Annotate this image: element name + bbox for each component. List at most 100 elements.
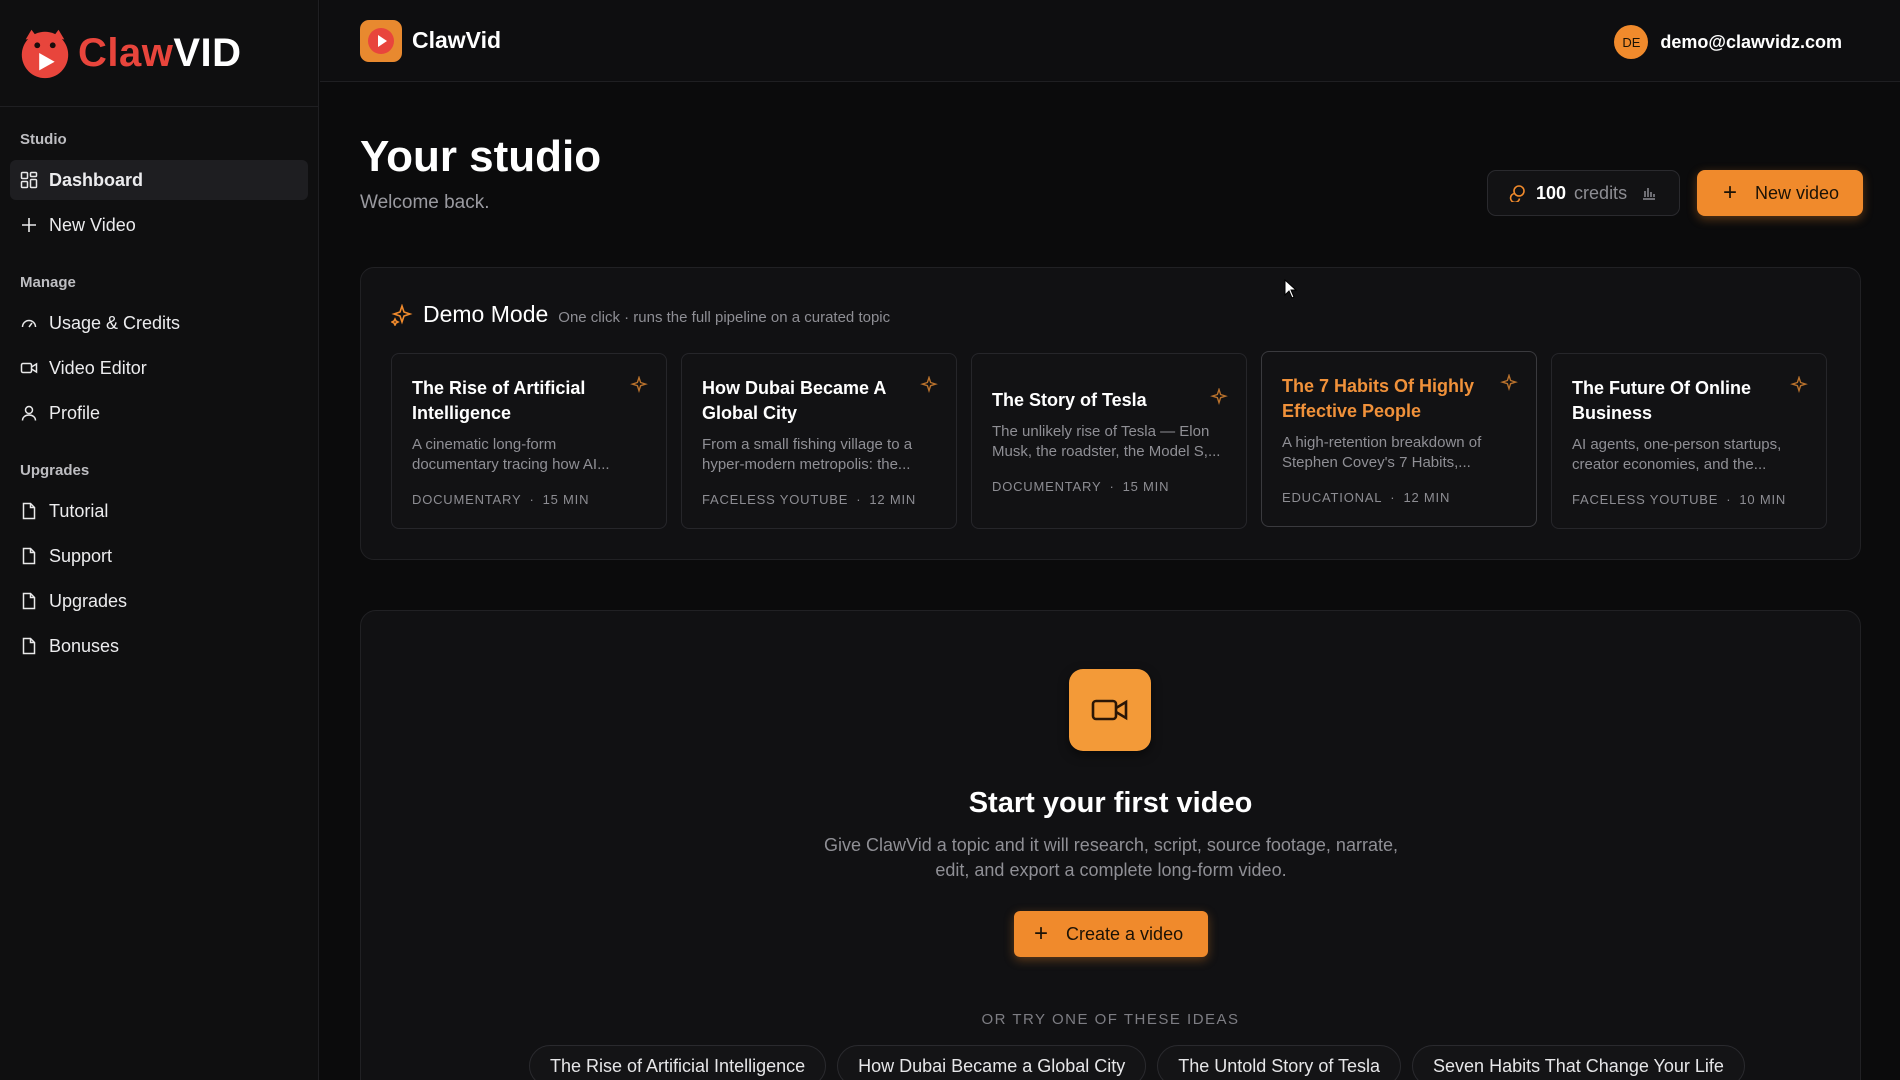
sidebar-item-upgrades[interactable]: Upgrades: [10, 581, 308, 621]
sidebar-item-new-video[interactable]: New Video: [10, 205, 308, 245]
create-video-button-label: Create a video: [1066, 923, 1184, 944]
meta-separator: ·: [529, 492, 535, 507]
plus-icon: +: [1034, 920, 1049, 947]
card-duration: 12 MIN: [869, 492, 917, 507]
app-logo-icon[interactable]: [360, 19, 402, 62]
card-title: How Dubai Became A Global City: [702, 378, 886, 423]
sidebar-item-label: Usage & Credits: [49, 312, 181, 333]
card-description: The unlikely rise of Tesla — Elon Musk, …: [992, 423, 1221, 460]
card-title: The Rise of Artificial Intelligence: [412, 378, 586, 423]
sidebar: ClawVID Studio Dashboard New Video Manag…: [0, 0, 319, 1080]
bar-chart-icon: [1643, 188, 1656, 200]
meta-separator: ·: [1726, 492, 1732, 507]
credits-badge[interactable]: 100 credits: [1487, 170, 1680, 216]
new-video-button[interactable]: + New video: [1697, 170, 1863, 216]
nav-section-studio: Studio Dashboard New Video: [0, 107, 318, 245]
sparkles-icon: [391, 303, 413, 326]
page-title: Your studio: [360, 132, 602, 181]
file-icon: [22, 592, 36, 610]
file-icon: [22, 637, 36, 655]
ideas-label: OR TRY ONE OF THESE IDEAS: [981, 1011, 1240, 1028]
card-duration: 12 MIN: [1403, 490, 1451, 505]
video-camera-tile: [1069, 669, 1151, 751]
topbar: ClawVid DE demo@clawvidz.com: [320, 0, 1900, 82]
user-menu[interactable]: DE demo@clawvidz.com: [1614, 25, 1842, 59]
sidebar-item-label: Dashboard: [49, 169, 144, 190]
sparkles-icon: [1500, 374, 1518, 391]
gauge-icon: [21, 319, 37, 328]
sparkles-icon: [1790, 376, 1808, 393]
app-title: ClawVid: [412, 27, 502, 53]
demo-topic-card-ai[interactable]: The Rise of Artificial Intelligence A ci…: [391, 353, 667, 529]
card-meta: FACELESS YOUTUBE · 10 MIN: [1572, 492, 1806, 507]
meta-separator: ·: [856, 492, 862, 507]
card-meta: EDUCATIONAL · 12 MIN: [1282, 490, 1516, 505]
demo-topic-card-tesla[interactable]: The Story of Tesla The unlikely rise of …: [971, 353, 1247, 529]
card-category: FACELESS YOUTUBE: [1572, 492, 1719, 507]
mouse-cursor-icon: [1284, 279, 1298, 299]
brand-wordmark-part2: VID: [173, 30, 242, 75]
card-category: DOCUMENTARY: [412, 492, 522, 507]
meta-separator: ·: [1390, 490, 1396, 505]
card-description: AI agents, one-person startups, creator …: [1572, 436, 1782, 473]
card-meta: DOCUMENTARY · 15 MIN: [412, 492, 646, 507]
card-duration: 10 MIN: [1739, 492, 1787, 507]
idea-chips: The Rise of Artificial Intelligence How …: [529, 1045, 1745, 1080]
card-meta: DOCUMENTARY · 15 MIN: [992, 479, 1226, 494]
sidebar-item-dashboard[interactable]: Dashboard: [10, 160, 308, 200]
idea-chip[interactable]: How Dubai Became a Global City: [837, 1045, 1147, 1080]
nav-section-upgrades: Upgrades Tutorial Support Upgrades Bonus…: [0, 438, 318, 666]
sidebar-item-support[interactable]: Support: [10, 536, 308, 576]
card-description: From a small fishing village to a hyper-…: [702, 436, 913, 473]
plus-icon: +: [1723, 179, 1738, 206]
empty-state-description: Give ClawVid a topic and it will researc…: [824, 835, 1398, 880]
demo-topic-card-dubai[interactable]: How Dubai Became A Global City From a sm…: [681, 353, 957, 529]
brand-wordmark: ClawVID: [78, 31, 242, 76]
brand-wordmark-part1: Claw: [78, 30, 174, 75]
credits-amount: 100: [1536, 182, 1567, 203]
nav-heading-studio: Studio: [20, 131, 67, 148]
sidebar-item-bonuses[interactable]: Bonuses: [10, 626, 308, 666]
sparkles-icon: [1210, 388, 1228, 405]
sidebar-item-profile[interactable]: Profile: [10, 393, 308, 433]
idea-chip[interactable]: The Rise of Artificial Intelligence: [529, 1045, 827, 1080]
card-title: The Future Of Online Business: [1572, 378, 1751, 423]
demo-mode-panel: Demo Mode One click · runs the full pipe…: [360, 267, 1861, 560]
sidebar-item-label: Video Editor: [49, 357, 147, 378]
card-category: FACELESS YOUTUBE: [702, 492, 849, 507]
create-video-button[interactable]: + Create a video: [1014, 911, 1208, 957]
card-description: A high-retention breakdown of Stephen Co…: [1282, 434, 1482, 471]
sidebar-item-tutorial[interactable]: Tutorial: [10, 491, 308, 531]
card-title: The Story of Tesla: [992, 390, 1147, 410]
nav-heading-manage: Manage: [20, 274, 76, 291]
meta-separator: ·: [1109, 479, 1115, 494]
card-duration: 15 MIN: [542, 492, 590, 507]
empty-state-title: Start your first video: [968, 787, 1253, 819]
card-category: EDUCATIONAL: [1282, 490, 1383, 505]
demo-topic-card-online-business[interactable]: The Future Of Online Business AI agents,…: [1551, 353, 1827, 529]
card-duration: 15 MIN: [1122, 479, 1170, 494]
sidebar-item-video-editor[interactable]: Video Editor: [10, 348, 308, 388]
idea-chip[interactable]: The Untold Story of Tesla: [1157, 1045, 1402, 1080]
coins-icon: [1509, 185, 1525, 202]
sidebar-item-label: Upgrades: [49, 590, 128, 611]
nav-heading-upgrades: Upgrades: [20, 462, 90, 479]
sparkles-icon: [920, 376, 938, 393]
nav-section-manage: Manage Usage & Credits Video Editor Prof…: [0, 250, 318, 433]
plus-icon: [22, 218, 36, 232]
video-icon: [20, 362, 38, 374]
avatar: DE: [1614, 25, 1649, 59]
empty-state-panel: Start your first video Give ClawVid a to…: [360, 610, 1861, 1080]
card-description: A cinematic long-form documentary tracin…: [412, 436, 610, 473]
new-video-button-label: New video: [1755, 182, 1840, 203]
brand-logo[interactable]: ClawVID: [0, 0, 318, 107]
sidebar-item-usage-credits[interactable]: Usage & Credits: [10, 303, 308, 343]
file-icon: [22, 547, 36, 565]
demo-topic-card-7-habits[interactable]: The 7 Habits Of Highly Effective People …: [1261, 351, 1537, 527]
card-category: DOCUMENTARY: [992, 479, 1102, 494]
video-camera-icon: [1091, 699, 1128, 721]
idea-chip[interactable]: Seven Habits That Change Your Life: [1412, 1045, 1745, 1080]
sparkles-icon: [630, 376, 648, 393]
demo-mode-description: One click · runs the full pipeline on a …: [558, 309, 891, 326]
demo-mode-title: Demo Mode: [423, 301, 549, 327]
